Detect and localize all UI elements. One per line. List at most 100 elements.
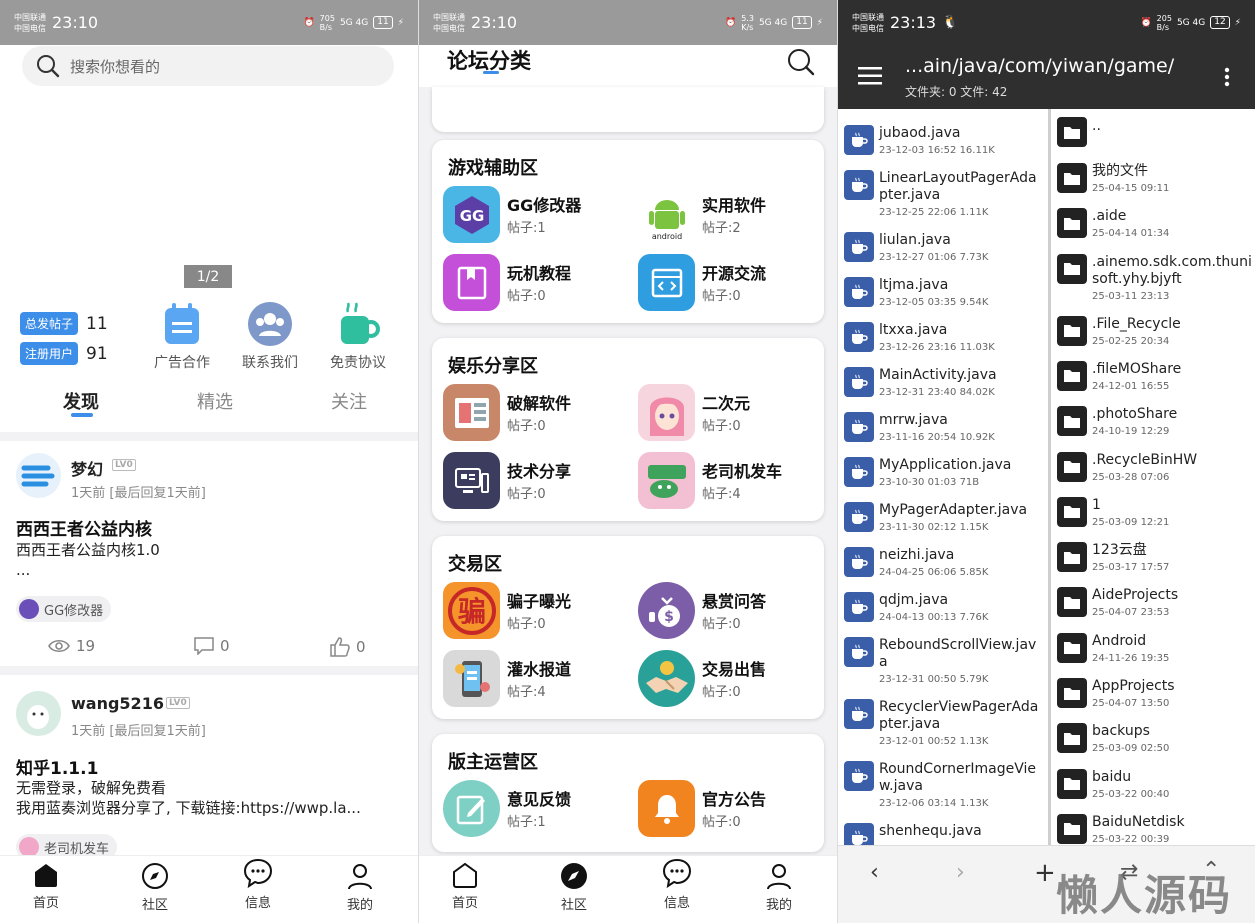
java-file-row[interactable]: MyApplication.java 23-10-30 01:03 71B — [838, 449, 1045, 494]
file-pane-left[interactable]: jubaod.java 23-12-03 16:52 16.11K LinearLa… — [838, 109, 1045, 845]
folder-row[interactable]: .RecycleBinHW 25-03-28 07:06 — [1051, 443, 1255, 488]
folder-icon — [1057, 451, 1087, 482]
tab-featured[interactable]: 精选 — [197, 388, 233, 414]
java-file-row[interactable]: ltjma.java 23-12-05 03:35 9.54K — [838, 269, 1045, 314]
java-file-row[interactable]: RecyclerViewPagerAdapter.java 23-12-01 00… — [838, 691, 1045, 753]
category-cracked-software[interactable]: 破解软件 帖子:0 — [443, 384, 633, 442]
nav-home[interactable]: 首页 — [435, 862, 495, 911]
post-author[interactable]: wang5216 — [71, 694, 164, 713]
category-open-source[interactable]: 开源交流 帖子:0 — [638, 254, 828, 312]
folder-row[interactable]: .. — [1051, 114, 1255, 154]
category-post-count: 帖子:1 — [507, 221, 546, 236]
like-count: 0 — [356, 638, 366, 656]
category-name: 意见反馈 — [507, 790, 572, 809]
java-file-row[interactable]: MainActivity.java 23-12-31 23:40 84.02K — [838, 359, 1045, 404]
forward-icon[interactable]: › — [956, 860, 965, 885]
folder-row[interactable]: .fileMOShare 24-12-01 16:55 — [1051, 352, 1255, 397]
category-name: 官方公告 — [702, 790, 767, 809]
post-author[interactable]: 梦幻 — [71, 456, 103, 480]
category-trade-sale[interactable]: 交易出售 帖子:0 — [638, 650, 828, 708]
folder-icon — [1057, 813, 1087, 844]
folder-row[interactable]: 我的文件 25-04-15 09:11 — [1051, 154, 1255, 199]
java-file-row[interactable]: LinearLayoutPagerAdapter.java 23-12-25 22… — [838, 162, 1045, 224]
folder-row[interactable]: backups 25-03-09 02:50 — [1051, 714, 1255, 759]
category-post-count: 帖子:0 — [702, 617, 741, 632]
user-level-badge: LV0 — [112, 459, 136, 471]
java-file-icon — [844, 502, 874, 532]
net-speed: 5.3 K/s — [741, 13, 754, 32]
nav-messages[interactable]: 信息 — [647, 858, 707, 911]
category-old-driver[interactable]: 老司机发车 帖子:4 — [638, 452, 828, 510]
search-icon[interactable] — [787, 48, 815, 76]
charging-icon: ⚡ — [816, 17, 823, 28]
folder-row[interactable]: .ainemo.sdk.com.thunisoft.yhy.bjyft 25-03… — [1051, 245, 1255, 307]
folder-row[interactable]: AppProjects 25-04-07 13:50 — [1051, 669, 1255, 714]
nav-profile[interactable]: 我的 — [330, 862, 390, 913]
folder-meta: 25-03-09 12:21 — [1092, 516, 1170, 528]
category-announcement[interactable]: 官方公告 帖子:0 — [638, 780, 828, 838]
java-file-row[interactable]: mrrw.java 23-11-16 20:54 10.92K — [838, 404, 1045, 449]
folder-row[interactable]: 1 25-03-09 12:21 — [1051, 488, 1255, 533]
hamburger-menu-icon[interactable] — [858, 67, 882, 85]
category-gg[interactable]: GG GG修改器 帖子:1 — [443, 186, 633, 244]
nav-profile[interactable]: 我的 — [749, 862, 809, 913]
folder-row[interactable]: 123云盘 25-03-17 17:57 — [1051, 533, 1255, 578]
java-file-row[interactable]: shenhequ.java — [838, 815, 1045, 845]
post-tag[interactable]: GG修改器 — [16, 596, 112, 622]
code-window-icon — [638, 254, 695, 311]
category-post-count: 帖子:0 — [702, 419, 741, 434]
nav-community[interactable]: 社区 — [125, 862, 185, 913]
java-file-row[interactable]: qdjm.java 24-04-13 00:13 7.76K — [838, 584, 1045, 629]
folder-row[interactable]: BaiduNetdisk 25-03-22 00:39 — [1051, 805, 1255, 845]
category-tutorial[interactable]: 玩机教程 帖子:0 — [443, 254, 633, 312]
nav-messages[interactable]: 信息 — [228, 858, 288, 911]
java-file-icon — [844, 170, 874, 200]
like-button[interactable]: 0 — [330, 637, 366, 657]
bell-icon — [638, 780, 695, 837]
folder-row[interactable]: .photoShare 24-10-19 12:29 — [1051, 397, 1255, 442]
category-chitchat[interactable]: 灌水报道 帖子:4 — [443, 650, 633, 708]
message-bubble-icon — [662, 858, 692, 888]
java-file-row[interactable]: neizhi.java 24-04-25 06:06 5.85K — [838, 539, 1045, 584]
quick-action-ad[interactable]: 广告合作 — [154, 302, 210, 372]
category-scam-exposure[interactable]: 骗 骗子曝光 帖子:0 — [443, 582, 633, 640]
signal-label: 5G 4G — [339, 17, 369, 28]
tab-following[interactable]: 关注 — [331, 388, 367, 414]
post-card[interactable]: 梦幻 LV0 1天前 [最后回复1天前] 西西王者公益内核 西西王者公益内核1.… — [0, 441, 418, 665]
category-anime[interactable]: 二次元 帖子:0 — [638, 384, 828, 442]
folder-row[interactable]: .aide 25-04-14 01:34 — [1051, 199, 1255, 244]
category-utility-software[interactable]: android 实用软件 帖子:2 — [638, 186, 828, 244]
add-icon[interactable]: + — [1034, 858, 1056, 888]
java-file-icon — [844, 412, 874, 442]
comment-button[interactable]: 0 — [194, 637, 230, 655]
person-icon — [348, 864, 372, 890]
folder-pane-right[interactable]: .. 我的文件 25-04-15 09:11 .aide 25-04-14 01:34.… — [1048, 109, 1255, 845]
folder-row[interactable]: .File_Recycle 25-02-25 20:34 — [1051, 307, 1255, 352]
folder-row[interactable]: AideProjects 25-04-07 23:53 — [1051, 578, 1255, 623]
category-bounty-qa[interactable]: $ 悬赏问答 帖子:0 — [638, 582, 828, 640]
folder-row[interactable]: Android 24-11-26 19:35 — [1051, 624, 1255, 669]
back-icon[interactable]: ‹ — [870, 860, 879, 885]
more-vertical-icon[interactable] — [1224, 67, 1230, 87]
java-file-row[interactable]: MyPagerAdapter.java 23-11-30 02:12 1.15K — [838, 494, 1045, 539]
nav-community[interactable]: 社区 — [544, 862, 604, 913]
nav-home[interactable]: 首页 — [16, 862, 76, 911]
search-bar[interactable]: 搜索你想看的 — [22, 46, 394, 86]
tab-discover[interactable]: 发现 — [63, 388, 99, 414]
java-file-row[interactable]: jubaod.java 23-12-03 16:52 16.11K — [838, 117, 1045, 162]
active-tab-indicator — [71, 413, 93, 417]
post-card[interactable]: wang5216 LV0 1天前 [最后回复1天前] 知乎1.1.1 无需登录，… — [0, 675, 418, 860]
search-icon — [37, 55, 60, 78]
scam-stamp-icon: 骗 — [443, 582, 500, 639]
quick-action-disclaimer[interactable]: 免责协议 — [330, 302, 386, 372]
category-post-count: 帖子:0 — [507, 289, 546, 304]
java-file-row[interactable]: ReboundScrollView.java 23-12-31 00:50 5.7… — [838, 629, 1045, 691]
java-file-row[interactable]: ltxxa.java 23-12-26 23:16 11.03K — [838, 314, 1045, 359]
view-count: 19 — [48, 637, 95, 655]
java-file-row[interactable]: RoundCornerImageView.java 23-12-06 03:14 … — [838, 753, 1045, 815]
java-file-row[interactable]: liulan.java 23-12-27 01:06 7.73K — [838, 224, 1045, 269]
quick-action-contact[interactable]: 联系我们 — [242, 302, 298, 372]
folder-row[interactable]: baidu 25-03-22 00:40 — [1051, 760, 1255, 805]
category-tech-share[interactable]: 技术分享 帖子:0 — [443, 452, 633, 510]
category-feedback[interactable]: 意见反馈 帖子:1 — [443, 780, 633, 838]
